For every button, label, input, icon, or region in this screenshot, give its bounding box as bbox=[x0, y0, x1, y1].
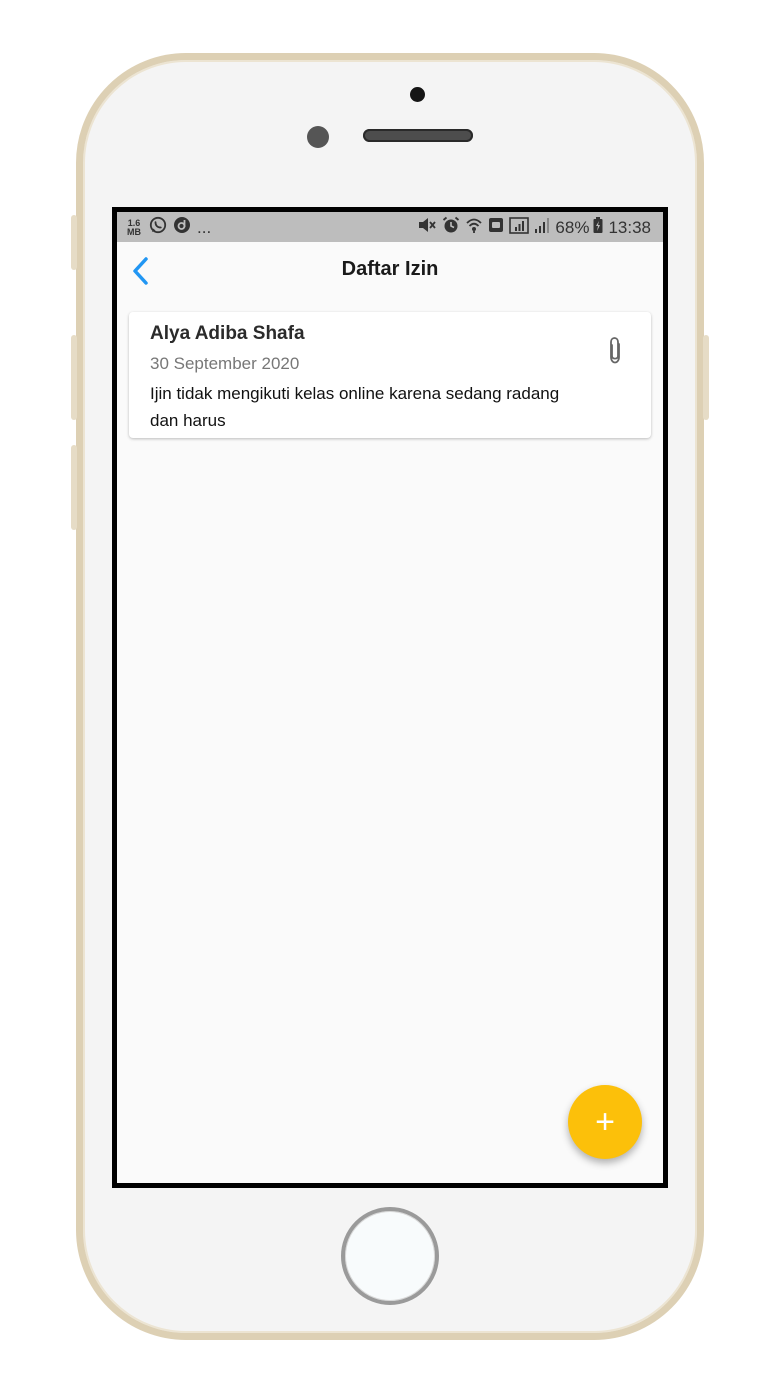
front-camera bbox=[410, 87, 425, 102]
permit-date: 30 September 2020 bbox=[150, 354, 300, 373]
network-speed-unit: MB bbox=[127, 226, 141, 237]
notification-app-icon bbox=[173, 216, 191, 239]
add-icon: + bbox=[595, 1103, 615, 1141]
wifi-icon bbox=[465, 216, 483, 239]
network-speed: 1.6 MB bbox=[127, 218, 141, 237]
status-time: 13:38 bbox=[608, 217, 651, 237]
phone-volume-down-button bbox=[71, 445, 77, 530]
signal-bars-icon bbox=[534, 216, 550, 239]
mute-icon bbox=[417, 216, 437, 239]
paperclip-icon[interactable] bbox=[605, 336, 625, 366]
signal-box-icon bbox=[509, 216, 530, 239]
phone-volume-up-button bbox=[71, 335, 77, 420]
add-permit-button[interactable]: + bbox=[568, 1085, 642, 1159]
status-bar: 1.6 MB ... 68% 13:38 bbox=[117, 212, 663, 242]
battery-icon bbox=[593, 216, 603, 239]
status-bar-left: 1.6 MB ... bbox=[127, 216, 211, 239]
whatsapp-icon bbox=[149, 216, 167, 239]
app-screen: 1.6 MB ... 68% 13:38 Daftar Izin Alya Ad… bbox=[112, 207, 668, 1188]
phone-side-button bbox=[71, 215, 77, 270]
app-bar: Daftar Izin bbox=[117, 242, 663, 300]
earpiece-speaker bbox=[363, 129, 473, 142]
permit-student-name: Alya Adiba Shafa bbox=[150, 323, 305, 344]
sd-card-icon bbox=[488, 216, 504, 239]
status-bar-right: 68% 13:38 bbox=[417, 216, 651, 239]
phone-power-button bbox=[703, 335, 709, 420]
alarm-icon bbox=[442, 216, 460, 239]
proximity-sensor bbox=[307, 126, 329, 148]
permit-description: Ijin tidak mengikuti kelas online karena… bbox=[150, 384, 560, 430]
more-notifications-indicator: ... bbox=[197, 217, 212, 237]
permit-card[interactable]: Alya Adiba Shafa 30 September 2020 Ijin … bbox=[129, 312, 651, 438]
page-title: Daftar Izin bbox=[341, 258, 439, 280]
home-button[interactable] bbox=[341, 1207, 439, 1305]
battery-percent: 68% bbox=[555, 217, 590, 237]
